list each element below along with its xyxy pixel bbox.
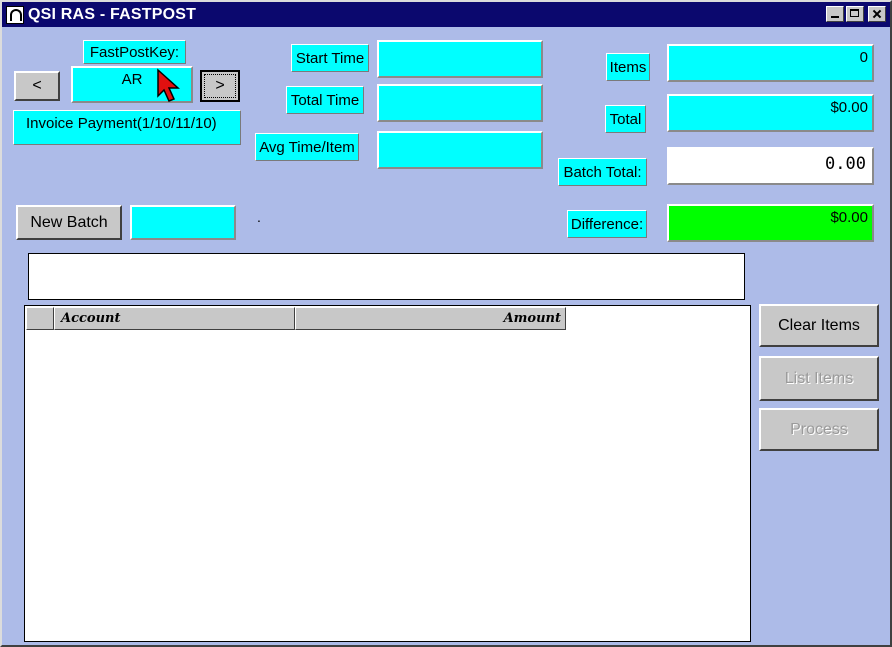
fastpost-window: QSI RAS - FASTPOST FastPostKey: < AR > I… <box>0 0 892 647</box>
process-button[interactable]: Process <box>759 408 879 451</box>
difference-label: Difference: <box>567 210 647 238</box>
app-icon[interactable] <box>6 5 24 24</box>
next-key-button-label: > <box>204 74 236 98</box>
column-header-account[interactable]: Account <box>54 307 295 330</box>
start-time-field[interactable] <box>377 40 543 78</box>
new-batch-button[interactable]: New Batch <box>16 205 122 240</box>
total-field: $0.00 <box>667 94 874 132</box>
next-key-button[interactable]: > <box>200 70 240 102</box>
start-time-label: Start Time <box>291 44 369 72</box>
total-time-field[interactable] <box>377 84 543 122</box>
total-label: Total <box>605 105 646 133</box>
window-controls <box>826 6 886 22</box>
stray-dot: . <box>257 209 261 225</box>
clear-items-button[interactable]: Clear Items <box>759 304 879 347</box>
minimize-button[interactable] <box>826 6 844 22</box>
items-label: Items <box>606 53 650 81</box>
batch-total-label: Batch Total: <box>558 158 647 186</box>
new-batch-label: New Batch <box>30 213 108 231</box>
batch-total-field[interactable]: 0.00 <box>667 147 874 185</box>
items-field: 0 <box>667 44 874 82</box>
batch-number-field[interactable] <box>130 205 236 240</box>
avg-time-label: Avg Time/Item <box>255 133 359 161</box>
close-button[interactable] <box>868 6 886 22</box>
message-box[interactable] <box>28 253 745 300</box>
items-grid[interactable]: Account Amount <box>24 305 751 642</box>
grid-row-header <box>26 307 54 330</box>
list-items-button[interactable]: List Items <box>759 356 879 401</box>
total-time-label: Total Time <box>286 86 364 114</box>
prev-key-button[interactable]: < <box>14 71 60 101</box>
avg-time-field[interactable] <box>377 131 543 169</box>
window-title: QSI RAS - FASTPOST <box>28 5 197 23</box>
title-bar[interactable]: QSI RAS - FASTPOST <box>2 2 890 27</box>
fastpost-description: Invoice Payment(1/10/11/10) <box>13 110 241 145</box>
mouse-pointer-icon <box>157 68 180 102</box>
column-header-amount[interactable]: Amount <box>295 307 566 330</box>
maximize-button[interactable] <box>846 6 864 22</box>
difference-field: $0.00 <box>667 204 874 242</box>
fastpost-key-label: FastPostKey: <box>83 40 186 64</box>
